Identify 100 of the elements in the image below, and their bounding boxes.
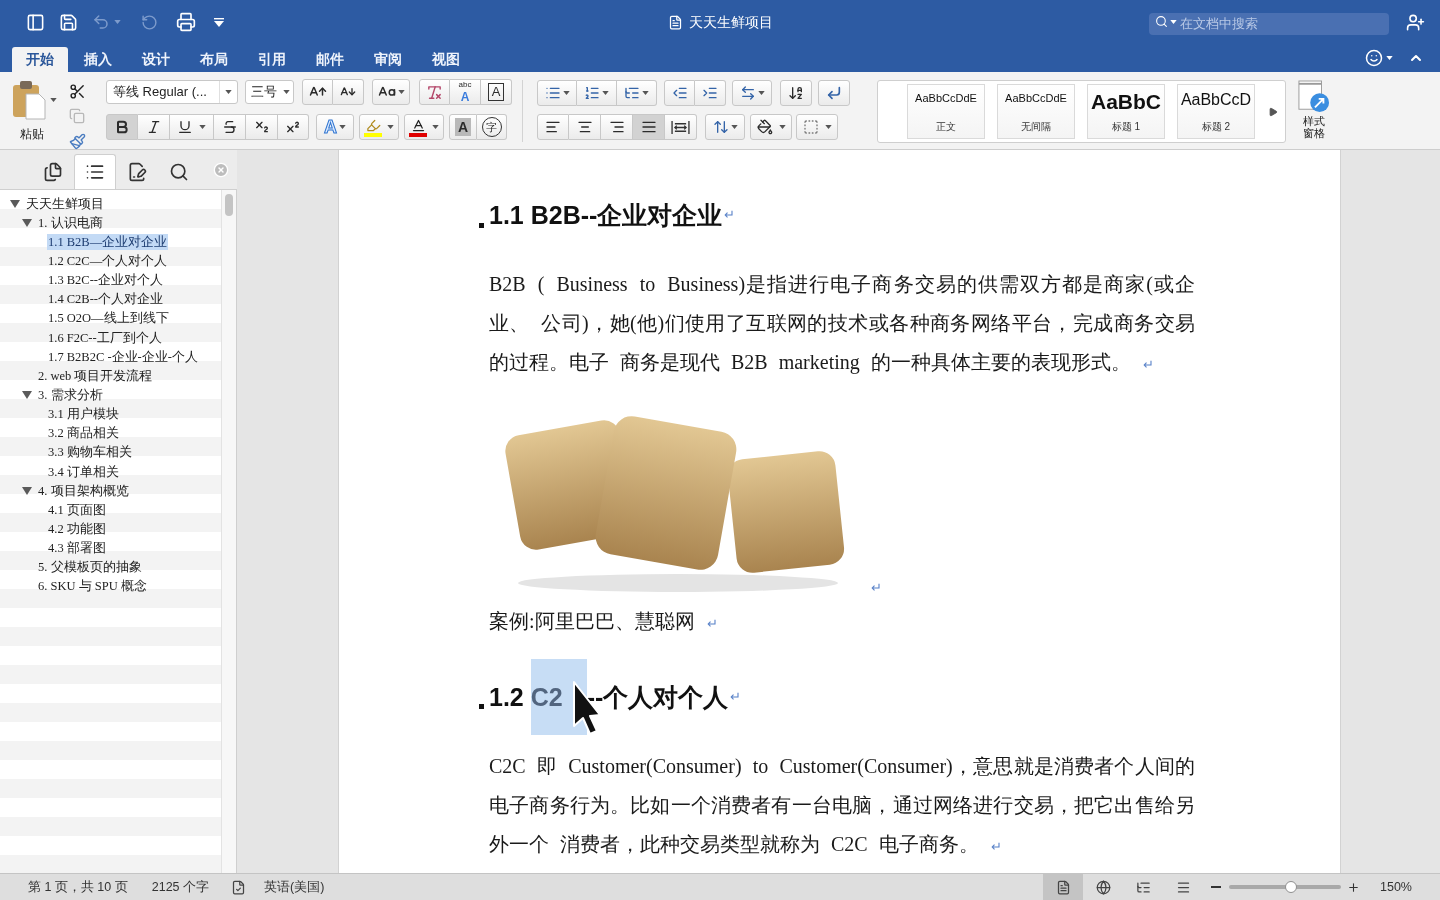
character-border-button[interactable]: A — [481, 79, 512, 105]
ribbon-tab[interactable]: 布局 — [186, 47, 242, 72]
zoom-in-button[interactable] — [1347, 880, 1360, 894]
navigation-tab[interactable] — [74, 154, 116, 189]
zoom-level: 150% — [1380, 878, 1412, 896]
character-shading-button[interactable]: A — [449, 114, 477, 140]
distributed-align-button[interactable] — [665, 114, 697, 140]
ribbon-tab[interactable]: 插入 — [70, 47, 126, 72]
align-center-button[interactable] — [569, 114, 601, 140]
outline-item[interactable]: 3.4 订单相关 — [47, 463, 120, 480]
outline-item[interactable]: 3. 需求分析 — [37, 386, 104, 403]
ribbon-tab[interactable]: 开始 — [12, 47, 68, 72]
zoom-slider-thumb[interactable] — [1284, 881, 1297, 893]
caret-icon — [282, 90, 290, 94]
outline-item[interactable]: 3.2 商品相关 — [47, 425, 120, 442]
expand-triangle-icon[interactable] — [22, 486, 32, 495]
style-option[interactable]: AaBbCcD 标题 2 — [1177, 84, 1255, 139]
change-case-button[interactable] — [372, 79, 410, 105]
phonetic-guide-button[interactable]: abc A — [450, 79, 481, 105]
outline-item[interactable]: 4.1 页面图 — [47, 501, 107, 518]
style-option[interactable]: AaBbCcDdE 无间隔 — [997, 84, 1075, 139]
outline-item[interactable]: 5. 父模板页的抽象 — [37, 559, 143, 576]
outline-item[interactable]: 3.3 购物车相关 — [47, 444, 133, 461]
align-left-button[interactable] — [537, 114, 569, 140]
gallery-next-button[interactable] — [1268, 105, 1278, 118]
save-button[interactable] — [59, 12, 78, 32]
paintbrush-icon — [69, 132, 86, 150]
font-name-dropdown[interactable]: 等线 Regular (... — [106, 80, 238, 104]
expand-triangle-icon[interactable] — [22, 218, 32, 227]
grow-font-button[interactable] — [302, 79, 333, 105]
text-direction-button[interactable] — [732, 80, 772, 106]
outline-item[interactable]: 6. SKU 与 SPU 概念 — [37, 578, 148, 595]
close-icon — [213, 161, 229, 178]
expand-triangle-icon[interactable] — [10, 199, 20, 208]
font-color-button[interactable] — [404, 114, 444, 140]
ribbon-tab[interactable]: 引用 — [244, 47, 300, 72]
strikethrough-button[interactable] — [214, 114, 246, 140]
scrollbar-thumb[interactable] — [225, 194, 233, 216]
lines-icon — [1175, 879, 1191, 895]
numbered-list-icon — [584, 85, 600, 101]
enclose-character-button[interactable]: 字 — [477, 114, 507, 140]
increase-indent-button[interactable] — [695, 80, 726, 106]
show-marks-button[interactable] — [818, 80, 850, 106]
superscript-icon — [285, 119, 301, 135]
decrease-indent-button[interactable] — [664, 80, 695, 106]
outline-item[interactable]: 4. 项目架构概览 — [37, 482, 130, 499]
ribbon-tab[interactable]: 审阅 — [360, 47, 416, 72]
style-option[interactable]: AaBbC 标题 1 — [1087, 84, 1165, 139]
outline-item[interactable]: 3.1 用户模块 — [47, 406, 120, 423]
align-right-button[interactable] — [601, 114, 633, 140]
italic-button[interactable] — [138, 114, 170, 140]
bullets-button[interactable] — [537, 80, 577, 106]
ribbon-tab[interactable]: 设计 — [128, 47, 184, 72]
outline-item[interactable]: 4.3 部署图 — [47, 540, 107, 557]
highlight-button[interactable] — [359, 114, 399, 140]
outline-item[interactable]: 1. 认识电商 — [37, 214, 104, 231]
underline-button[interactable] — [170, 114, 214, 140]
outline-item[interactable]: 1.2 C2C—个人对个人 — [47, 253, 169, 269]
feedback-button[interactable] — [1365, 49, 1393, 67]
subscript-button[interactable] — [246, 114, 278, 140]
numbering-button[interactable] — [577, 80, 617, 106]
customize-button[interactable] — [214, 17, 224, 27]
shrink-font-button[interactable] — [333, 79, 364, 105]
outline-item[interactable]: 2. web 项目开发流程 — [37, 367, 154, 384]
font-size-dropdown[interactable]: 三号 — [245, 80, 294, 104]
ribbon-tab[interactable]: 邮件 — [302, 47, 358, 72]
style-option[interactable]: AaBbCcDdE 正文 — [907, 84, 985, 139]
outline-item[interactable]: 1.6 F2C--工厂到个人 — [47, 329, 163, 346]
proofing-button[interactable] — [231, 879, 247, 895]
clear-formatting-button[interactable] — [419, 79, 450, 105]
caret-icon — [757, 91, 765, 95]
sort-button[interactable] — [780, 80, 812, 106]
align-right-icon — [608, 119, 625, 135]
ribbon-tab[interactable]: 视图 — [418, 47, 474, 72]
outline-item[interactable]: 1.1 B2B—企业对企业 — [47, 233, 169, 250]
outline-item[interactable]: 1.7 B2B2C -企业-企业-个人 — [47, 348, 199, 365]
multilevel-list-button[interactable] — [617, 80, 657, 106]
paste-button[interactable]: 粘贴 — [12, 80, 57, 152]
styles-pane-button[interactable]: 样式窗格 — [1294, 80, 1334, 139]
justify-button[interactable] — [633, 114, 665, 140]
zoom-slider[interactable] — [1229, 880, 1341, 894]
search-field[interactable]: 在文档中搜索 — [1149, 12, 1389, 35]
superscript-button[interactable] — [278, 114, 309, 140]
outline-item[interactable]: 1.5 O2O—线上到线下 — [47, 310, 170, 327]
shading-button[interactable] — [750, 114, 792, 140]
view-button[interactable] — [1043, 874, 1083, 900]
line-spacing-button[interactable] — [705, 114, 745, 140]
sidebar-toggle-button[interactable] — [26, 12, 45, 32]
caret-icon — [602, 91, 609, 95]
outline-item[interactable]: 1.4 C2B--个人对企业 — [47, 291, 164, 308]
bold-button[interactable] — [106, 114, 138, 140]
print-button[interactable] — [176, 12, 196, 32]
outline-item[interactable]: 4.2 功能图 — [47, 520, 107, 537]
word-count: 2125 个字 — [151, 878, 210, 896]
expand-triangle-icon[interactable] — [22, 390, 32, 399]
outline-item[interactable]: 天天生鲜项目 — [25, 195, 105, 212]
share-button[interactable] — [1406, 12, 1425, 32]
language-button[interactable]: 英语(美国) — [264, 877, 325, 897]
list-tree-icon — [1135, 879, 1151, 895]
outline-item[interactable]: 1.3 B2C--企业对个人 — [47, 272, 164, 289]
